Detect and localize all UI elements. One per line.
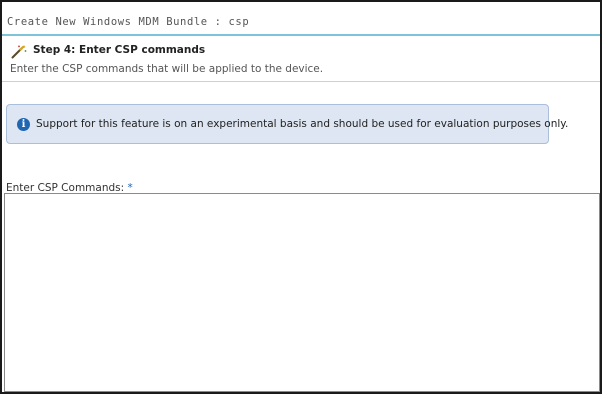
- info-banner: i Support for this feature is on an expe…: [6, 104, 568, 144]
- step-description: Enter the CSP commands that will be appl…: [10, 63, 324, 75]
- bundle-window: Create New Windows MDM Bundle : csp Step…: [0, 0, 602, 394]
- step-title: Step 4: Enter CSP commands: [33, 44, 206, 56]
- wand-icon: [11, 44, 27, 59]
- info-message: Support for this feature is on an experi…: [36, 118, 569, 130]
- step-header: Step 4: Enter CSP commands Enter the CSP…: [2, 36, 600, 82]
- title-bar: Create New Windows MDM Bundle : csp: [2, 2, 600, 36]
- page-title: Create New Windows MDM Bundle : csp: [7, 16, 250, 28]
- csp-commands-input[interactable]: [4, 193, 600, 392]
- info-icon: i: [17, 118, 30, 131]
